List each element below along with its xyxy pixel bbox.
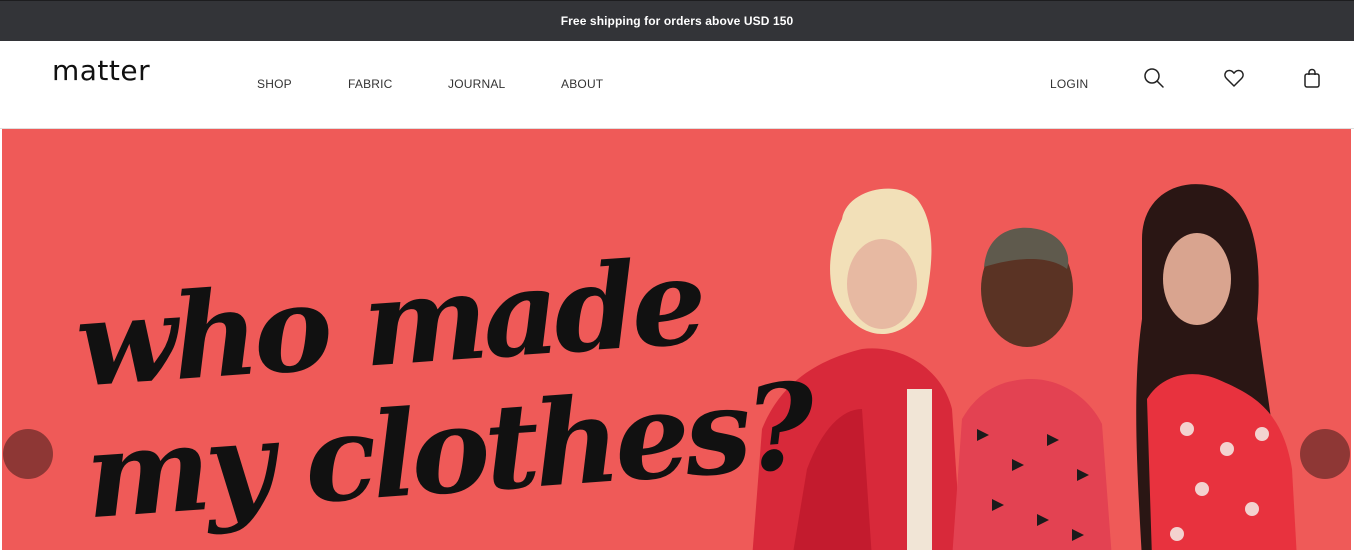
announcement-text: Free shipping for orders above USD 150 bbox=[560, 14, 794, 28]
search-icon[interactable] bbox=[1142, 66, 1166, 90]
login-link[interactable]: LOGIN bbox=[1050, 77, 1088, 91]
heart-icon[interactable] bbox=[1222, 66, 1246, 90]
nav-fabric[interactable]: FABRIC bbox=[348, 77, 393, 91]
nav-about[interactable]: ABOUT bbox=[561, 77, 603, 91]
slider-prev-button[interactable] bbox=[3, 429, 53, 479]
hero-headline: who made my clothes? bbox=[72, 226, 849, 545]
nav-shop[interactable]: SHOP bbox=[257, 77, 292, 91]
site-header: matter SHOP FABRIC JOURNAL ABOUT LOGIN bbox=[0, 41, 1354, 129]
logo[interactable]: matter bbox=[52, 54, 150, 87]
shopping-bag-icon[interactable] bbox=[1300, 66, 1324, 90]
slider-next-button[interactable] bbox=[1300, 429, 1350, 479]
announcement-bar: Free shipping for orders above USD 150 bbox=[0, 0, 1354, 41]
nav-journal[interactable]: JOURNAL bbox=[448, 77, 505, 91]
hero-banner[interactable]: who made my clothes? bbox=[2, 129, 1351, 550]
